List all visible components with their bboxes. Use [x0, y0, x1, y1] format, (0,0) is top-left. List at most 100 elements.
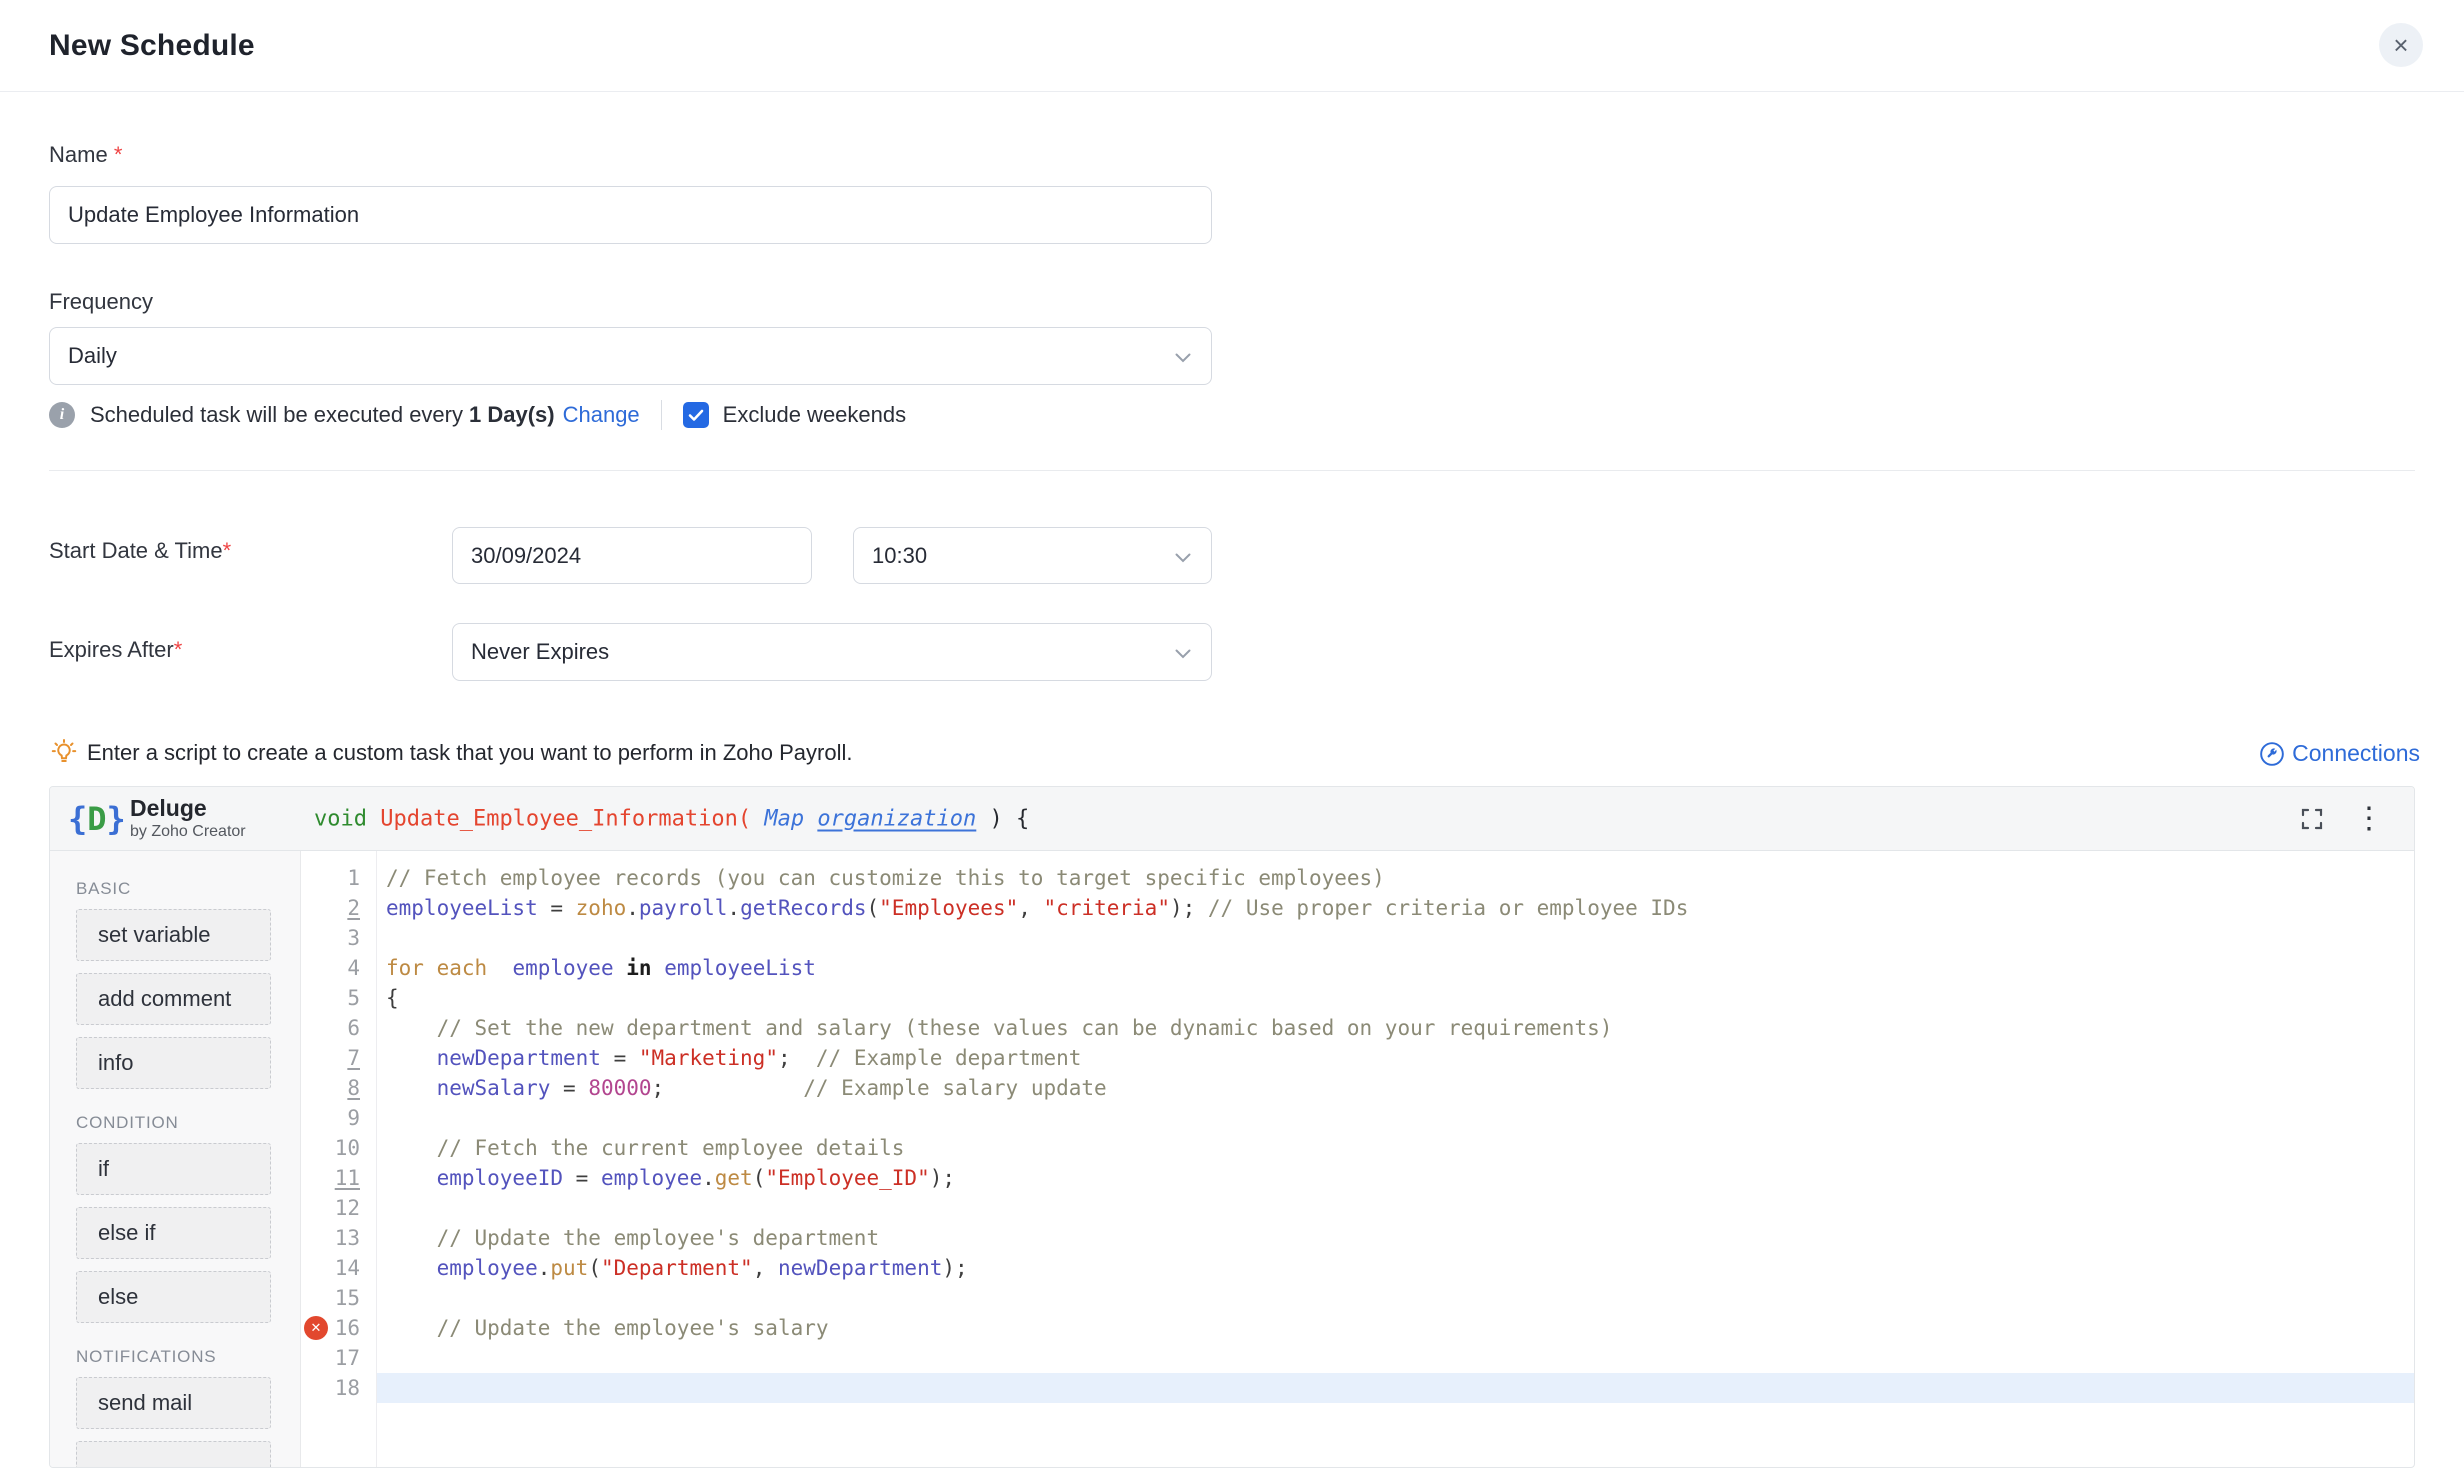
required-asterisk: * [223, 538, 232, 563]
start-time-select[interactable]: 10:30 [853, 527, 1212, 584]
snippet-set-variable[interactable]: set variable [76, 909, 271, 961]
connections-link[interactable]: Connections [2259, 740, 2420, 767]
frequency-select[interactable]: Daily [49, 327, 1212, 385]
code-line-3[interactable] [377, 923, 2414, 953]
code-line-1[interactable]: // Fetch employee records (you can custo… [377, 863, 2414, 893]
code-line-11[interactable]: employeeID = employee.get("Employee_ID")… [377, 1163, 2414, 1193]
gutter-line-18: 18 [301, 1373, 376, 1403]
vertical-divider [661, 400, 662, 430]
page-title: New Schedule [49, 0, 255, 92]
code-line-14[interactable]: employee.put("Department", newDepartment… [377, 1253, 2414, 1283]
sidebar-section: NOTIFICATIONS send mail [76, 1347, 300, 1429]
sidebar-section-label: BASIC [76, 879, 300, 899]
code-line-7[interactable]: newDepartment = "Marketing"; // Example … [377, 1043, 2414, 1073]
signature-token: Map [764, 806, 817, 831]
gutter-line-2: 2 [301, 893, 376, 923]
chevron-down-icon [1175, 543, 1191, 569]
signature-token: void [314, 806, 380, 831]
snippet-send-mail[interactable]: send mail [76, 1377, 271, 1429]
section-divider [49, 470, 2415, 471]
deluge-logo-icon: {D} [68, 800, 126, 838]
kebab-menu-icon[interactable]: ⋮ [2354, 801, 2384, 837]
gutter-line-11: 11 [301, 1163, 376, 1193]
dialog-header: New Schedule × [0, 0, 2464, 92]
close-icon[interactable]: × [2379, 23, 2423, 67]
code-line-2[interactable]: employeeList = zoho.payroll.getRecords("… [377, 893, 2414, 923]
gutter-line-12: 12 [301, 1193, 376, 1223]
snippet-if[interactable]: if [76, 1143, 271, 1195]
gutter-line-13: 13 [301, 1223, 376, 1253]
product-name: Deluge [130, 795, 246, 822]
required-asterisk: * [114, 142, 123, 167]
sidebar-section: BASIC set variable add comment info [76, 879, 300, 1089]
signature-token: organization [817, 806, 976, 831]
name-label: Name * [49, 142, 122, 168]
gutter-line-14: 14 [301, 1253, 376, 1283]
fullscreen-icon[interactable] [2300, 807, 2324, 831]
product-byline: by Zoho Creator [130, 823, 246, 841]
script-hint-row: Enter a script to create a custom task t… [49, 736, 852, 770]
gutter-line-4: 4 [301, 953, 376, 983]
change-link[interactable]: Change [563, 402, 640, 428]
code-line-12[interactable] [377, 1193, 2414, 1223]
frequency-label: Frequency [49, 289, 153, 315]
required-asterisk: * [174, 637, 183, 662]
code-line-6[interactable]: // Set the new department and salary (th… [377, 1013, 2414, 1043]
exclude-weekends-label: Exclude weekends [723, 402, 906, 428]
expires-after-select[interactable]: Never Expires [452, 623, 1212, 681]
script-hint-text: Enter a script to create a custom task t… [87, 740, 852, 766]
gutter-line-3: 3 [301, 923, 376, 953]
start-date-input[interactable]: 30/09/2024 [452, 527, 812, 584]
sidebar-section: CONDITION if else if else [76, 1113, 300, 1323]
error-icon: ✕ [304, 1316, 328, 1340]
gutter-line-5: 5 [301, 983, 376, 1013]
code-line-17[interactable] [377, 1343, 2414, 1373]
exclude-weekends-checkbox[interactable] [683, 402, 709, 428]
gutter-line-16: 16✕ [301, 1313, 376, 1343]
snippet-add-comment[interactable]: add comment [76, 973, 271, 1025]
gutter-line-10: 10 [301, 1133, 376, 1163]
code-line-5[interactable]: { [377, 983, 2414, 1013]
lightbulb-icon [49, 738, 79, 768]
sidebar-section-label: CONDITION [76, 1113, 300, 1133]
product-info: Deluge by Zoho Creator [130, 795, 246, 841]
chevron-down-icon [1175, 639, 1191, 665]
expires-after-label: Expires After* [49, 637, 182, 663]
code-line-18[interactable] [377, 1373, 2414, 1403]
signature-token [751, 806, 764, 831]
deluge-editor: {D} Deluge by Zoho Creator void Update_E… [49, 786, 2415, 1468]
code-line-13[interactable]: // Update the employee's department [377, 1223, 2414, 1253]
schedule-info-row: i Scheduled task will be executed every … [49, 400, 906, 430]
gutter-line-17: 17 [301, 1343, 376, 1373]
signature-token: ) { [976, 806, 1029, 831]
snippet-else-if[interactable]: else if [76, 1207, 271, 1259]
gutter-line-9: 9 [301, 1103, 376, 1133]
snippet-info[interactable]: info [76, 1037, 271, 1089]
sidebar-section-label: NOTIFICATIONS [76, 1347, 300, 1367]
code-line-16[interactable]: // Update the employee's salary [377, 1313, 2414, 1343]
signature-token: Update_Employee_Information( [380, 806, 751, 831]
gutter-line-6: 6 [301, 1013, 376, 1043]
chevron-down-icon [1175, 343, 1191, 369]
code-line-4[interactable]: for each employee in employeeList [377, 953, 2414, 983]
connections-icon [2259, 741, 2285, 767]
gutter-line-7: 7 [301, 1043, 376, 1073]
snippet-sidebar: BASIC set variable add comment info CONDITIO… [50, 851, 301, 1468]
gutter-line-15: 15 [301, 1283, 376, 1313]
snippet-else[interactable]: else [76, 1271, 271, 1323]
code-line-9[interactable] [377, 1103, 2414, 1133]
name-input[interactable]: Update Employee Information [49, 186, 1212, 244]
gutter-line-8: 8 [301, 1073, 376, 1103]
schedule-interval: 1 Day(s) [469, 402, 555, 428]
snippet-partial[interactable] [76, 1441, 271, 1468]
editor-header: {D} Deluge by Zoho Creator void Update_E… [50, 787, 2414, 851]
new-schedule-dialog: New Schedule × Name * Update Employee In… [0, 0, 2464, 1468]
start-date-time-label: Start Date & Time* [49, 538, 231, 564]
code-line-15[interactable] [377, 1283, 2414, 1313]
code-line-10[interactable]: // Fetch the current employee details [377, 1133, 2414, 1163]
code-line-8[interactable]: newSalary = 80000; // Example salary upd… [377, 1073, 2414, 1103]
line-number-gutter: 12345678910111213141516✕1718 [301, 851, 377, 1468]
code-area[interactable]: // Fetch employee records (you can custo… [377, 851, 2414, 1468]
info-icon: i [49, 402, 75, 428]
editor-body: BASIC set variable add comment info CONDITIO… [50, 851, 2414, 1468]
